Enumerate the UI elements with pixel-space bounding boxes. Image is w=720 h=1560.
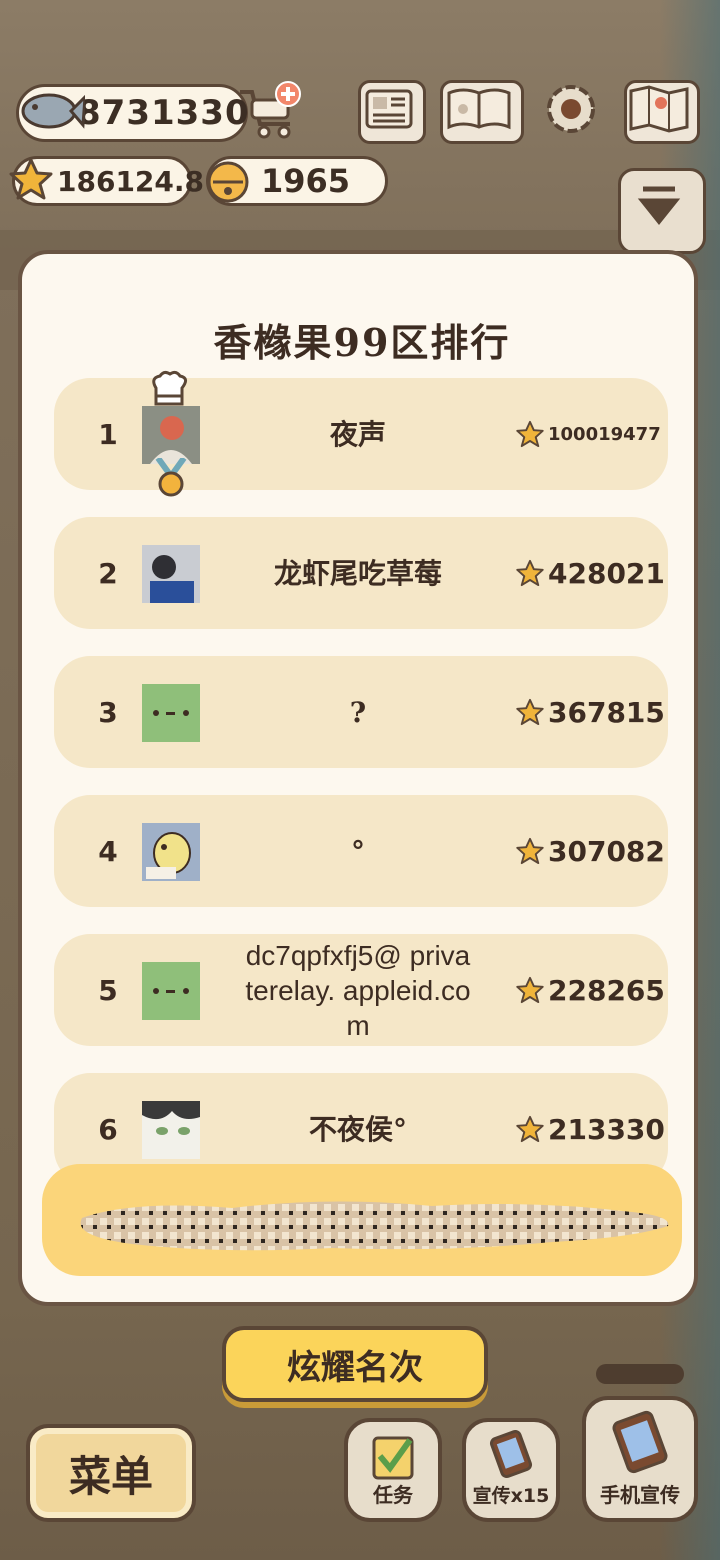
- paw-book-icon: [447, 88, 511, 130]
- map-icon: [629, 85, 689, 133]
- phone-promote-button[interactable]: 手机宣传: [582, 1396, 698, 1522]
- leaderboard-row[interactable]: 3 ? 367815: [54, 656, 668, 768]
- player-name: °: [351, 834, 365, 868]
- fish-count: 8731330: [77, 93, 250, 133]
- newspaper-icon: [365, 89, 413, 129]
- collapse-side-button[interactable]: [618, 168, 706, 254]
- leaderboard-title: 香橼果99区排行: [213, 320, 511, 365]
- chef-hat-icon: [148, 370, 190, 408]
- star-icon: [9, 157, 53, 201]
- avatar: [142, 1101, 200, 1159]
- bell-currency-pill: 1965: [206, 156, 388, 206]
- chevron-down-icon: [637, 186, 681, 226]
- score-value: 367815: [548, 695, 665, 729]
- leaderboard-row[interactable]: 1 夜声 100019477: [54, 370, 668, 497]
- redacted-scribble: [72, 1190, 672, 1256]
- score-value: 307082: [548, 834, 665, 868]
- player-name: dc7qpfxfj5@ privaterelay. appleid.com: [245, 939, 471, 1041]
- avatar: [142, 823, 200, 881]
- player-score: 228265: [516, 934, 665, 1046]
- leaderboard-row[interactable]: 4 ° 307082: [54, 795, 668, 907]
- leaderboard-row[interactable]: 5 dc7qpfxfj5@ privaterelay. appleid.com …: [54, 934, 668, 1046]
- score-value: 100019477: [548, 423, 661, 445]
- avatar: [142, 962, 200, 1020]
- star-icon: [516, 976, 544, 1004]
- menu-button[interactable]: 菜单: [26, 1424, 196, 1522]
- player-score: 100019477: [516, 378, 661, 490]
- player-score: 428021: [516, 517, 665, 629]
- star-icon: [516, 698, 544, 726]
- drawer-handle[interactable]: [596, 1364, 684, 1384]
- leaderboard-row[interactable]: 2 龙虾尾吃草莓 428021: [54, 517, 668, 629]
- player-name: 龙虾尾吃草莓: [273, 556, 442, 590]
- bell-count: 1965: [261, 162, 351, 200]
- paw-book-button[interactable]: [440, 80, 524, 144]
- score-value: 228265: [548, 973, 665, 1007]
- newspaper-button[interactable]: [358, 80, 426, 144]
- fish-icon: [15, 83, 85, 139]
- score-value: 428021: [548, 556, 665, 590]
- avatar: [142, 684, 200, 742]
- score-value: 213330: [548, 1112, 665, 1146]
- bell-icon: [203, 155, 253, 205]
- promote-label: 宣传x15: [472, 1485, 550, 1507]
- my-rank-row[interactable]: [42, 1164, 682, 1276]
- phone-promote-label: 手机宣传: [600, 1483, 680, 1507]
- tasks-button[interactable]: 任务: [344, 1418, 442, 1522]
- player-score: 367815: [516, 656, 665, 768]
- star-currency-pill: 186124.8: [9, 156, 204, 206]
- avatar: [142, 406, 200, 464]
- fish-currency-pill: 8731330: [15, 83, 250, 142]
- star-icon: [516, 420, 544, 448]
- map-button[interactable]: [624, 80, 700, 144]
- leaderboard-modal: 香橼果99区排行 1 夜声 100019477 2 龙虾尾吃草莓 428021 …: [18, 250, 698, 1306]
- star-icon: [516, 559, 544, 587]
- medal-icon: [154, 456, 188, 498]
- tasks-label: 任务: [373, 1483, 413, 1507]
- star-count: 186124.8: [57, 164, 205, 198]
- gear-icon: [547, 85, 595, 133]
- phone-icon: [489, 1429, 533, 1479]
- promote-button[interactable]: 宣传x15: [462, 1418, 560, 1522]
- star-icon: [516, 837, 544, 865]
- brag-rank-button[interactable]: 炫耀名次: [222, 1326, 488, 1402]
- avatar: [142, 545, 200, 603]
- player-name: 夜声: [329, 417, 386, 451]
- settings-button[interactable]: [540, 80, 602, 138]
- player-score: 307082: [516, 795, 665, 907]
- player-name: ?: [349, 695, 367, 729]
- star-icon: [516, 1115, 544, 1143]
- phone-icon: [612, 1410, 668, 1474]
- cart-add-icon[interactable]: [238, 80, 302, 140]
